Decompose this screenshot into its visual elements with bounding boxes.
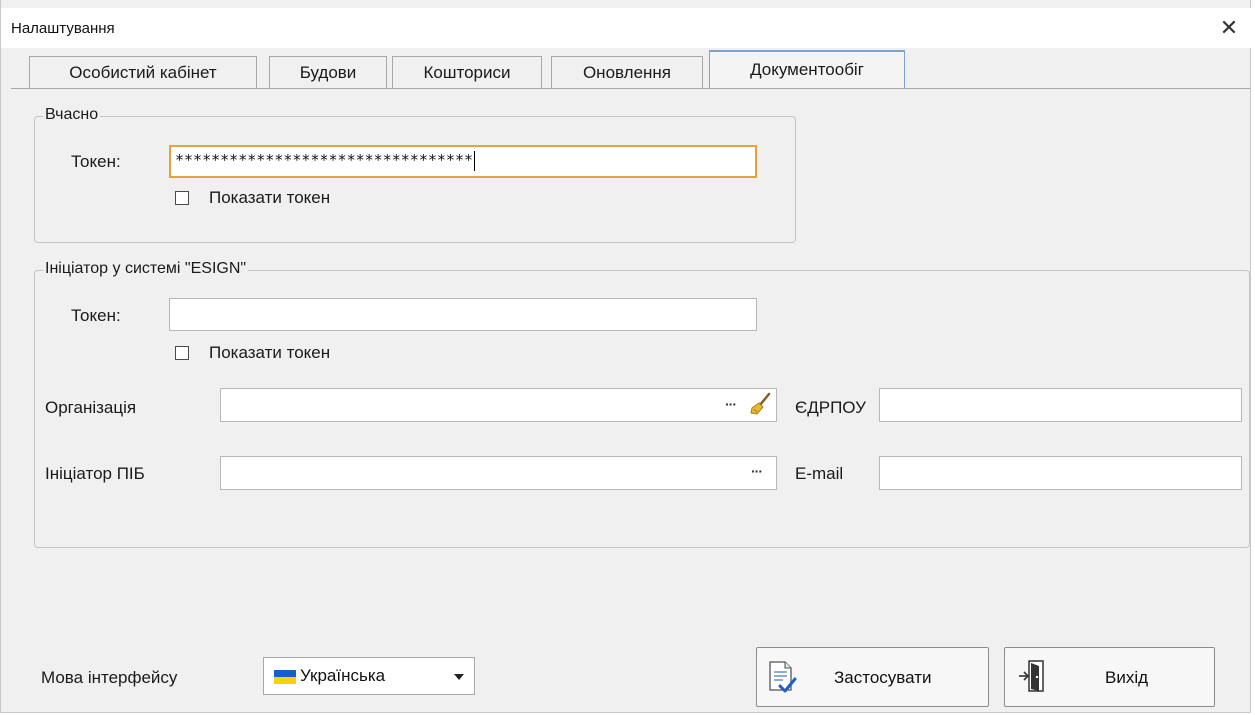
initiator-browse-button[interactable]: ···: [751, 463, 763, 479]
vchasno-legend: Вчасно: [43, 106, 101, 124]
document-check-icon: [769, 661, 797, 693]
ukraine-flag-icon: [274, 670, 296, 684]
door-exit-icon: [1019, 660, 1044, 692]
tab-document-flow[interactable]: Документообіг: [709, 50, 905, 89]
organization-browse-button[interactable]: ···: [725, 396, 737, 412]
title-bar: Налаштування ✕: [1, 8, 1252, 48]
apply-button-label: Застосувати: [834, 668, 932, 687]
language-select[interactable]: Українська: [263, 657, 475, 695]
vchasno-token-value: *********************************: [175, 151, 474, 169]
tab-estimates[interactable]: Кошториси: [392, 56, 542, 88]
edrpou-label: ЄДРПОУ: [795, 398, 866, 417]
vchasno-show-token-label: Показати токен: [209, 188, 331, 207]
esign-legend: Ініціатор у системі "ESIGN": [43, 260, 249, 278]
dialog-title: Налаштування: [11, 20, 115, 37]
apply-button[interactable]: Застосувати: [756, 647, 989, 707]
tab-divider: [11, 88, 1250, 89]
esign-token-label: Токен:: [71, 306, 121, 325]
esign-token-input[interactable]: [169, 298, 757, 331]
esign-show-token-label: Показати токен: [209, 343, 331, 362]
close-icon[interactable]: ✕: [1214, 14, 1244, 42]
vchasno-group: Вчасно: [34, 106, 796, 243]
exit-button-label: Вихід: [1105, 668, 1149, 687]
organization-input[interactable]: [220, 388, 777, 422]
exit-button[interactable]: Вихід: [1004, 647, 1215, 707]
email-label: E-mail: [795, 464, 844, 483]
esign-show-token-checkbox[interactable]: [175, 346, 189, 360]
vchasno-token-label: Токен:: [71, 152, 121, 171]
tab-buildings[interactable]: Будови: [269, 56, 387, 88]
text-caret: [474, 150, 476, 171]
tab-personal-cabinet[interactable]: Особистий кабінет: [29, 56, 257, 88]
vchasno-token-input[interactable]: *********************************: [169, 145, 757, 178]
language-label: Мова інтерфейсу: [41, 668, 178, 687]
settings-dialog: Налаштування ✕ Особистий кабінет Будови …: [0, 0, 1252, 713]
language-selected-value: Українська: [300, 666, 386, 685]
initiator-input[interactable]: [220, 456, 777, 490]
vchasno-show-token-checkbox[interactable]: [175, 191, 189, 205]
broom-icon[interactable]: [749, 392, 773, 416]
email-input[interactable]: [879, 456, 1242, 490]
initiator-label: Ініціатор ПІБ: [45, 464, 145, 483]
edrpou-input[interactable]: [879, 388, 1242, 422]
tab-updates[interactable]: Оновлення: [551, 56, 703, 88]
organization-label: Організація: [45, 398, 137, 417]
chevron-down-icon: [454, 674, 464, 680]
